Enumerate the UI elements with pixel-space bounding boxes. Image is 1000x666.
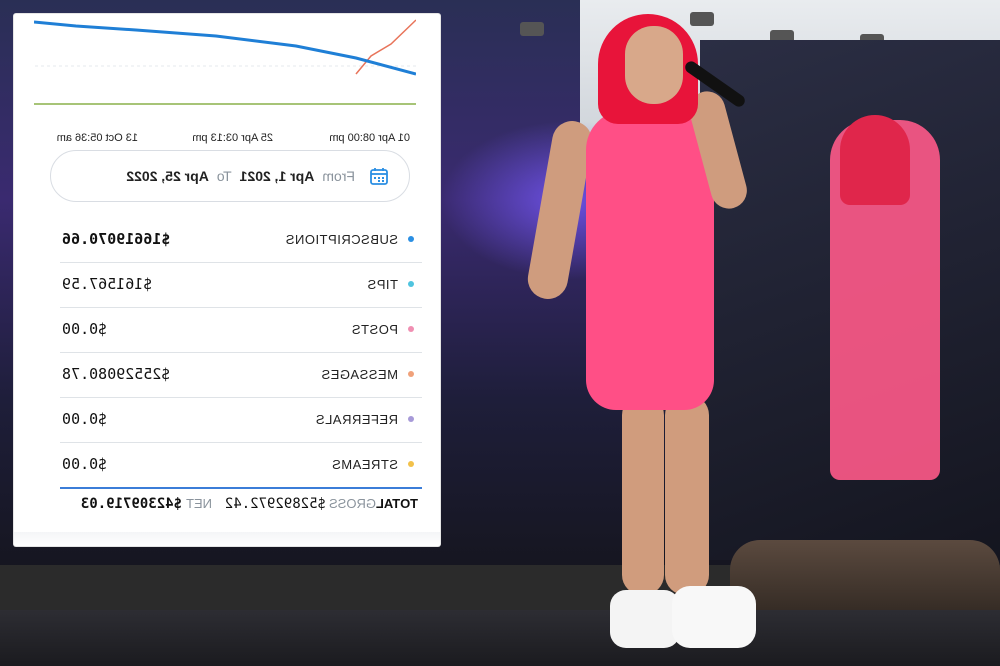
earnings-row-posts: POSTS $0.00 — [60, 308, 422, 353]
performer-head — [625, 26, 683, 104]
x-tick-label: 01 Apr 08:00 pm — [329, 132, 410, 144]
calendar-icon[interactable] — [369, 166, 389, 186]
row-label: REFERRALS — [315, 412, 398, 427]
earnings-row-messages: MESSAGES $25529080.78 — [60, 353, 422, 398]
total-label: TOTAL — [375, 496, 418, 511]
row-value: $0.00 — [62, 410, 108, 428]
earnings-row-streams: STREAMS $0.00 — [60, 443, 422, 489]
from-date[interactable]: Apr 1, 2021 — [240, 168, 315, 184]
messages-dot — [408, 371, 414, 377]
gross-label: GROSS — [329, 496, 376, 511]
stage-floor — [0, 610, 1000, 666]
gross-value: $52892972.42 — [224, 496, 326, 512]
date-range-picker[interactable]: From Apr 1, 2021 To Apr 25, 2022 — [50, 150, 410, 202]
to-label: To — [216, 168, 232, 184]
earnings-row-tips: TIPS $161567.59 — [60, 263, 422, 308]
subscriptions-dot — [408, 236, 414, 242]
card-bottom-fade — [14, 532, 440, 546]
performer-leg — [622, 395, 664, 595]
row-label: STREAMS — [331, 457, 398, 472]
earnings-screenshot: 01 Apr 08:00 pm 25 Apr 03:13 pm 13 Oct 0… — [14, 14, 440, 546]
streams-dot — [408, 461, 414, 467]
row-value: $161567.59 — [62, 275, 153, 293]
earnings-chart — [34, 19, 416, 105]
row-value: $0.00 — [62, 320, 108, 338]
totals-row: TOTAL GROSS $52892972.42 NET $42309719.0… — [60, 490, 422, 520]
performer-shoe — [672, 586, 756, 648]
to-date[interactable]: Apr 25, 2022 — [126, 168, 209, 184]
x-tick-label: 13 Oct 05:36 am — [56, 132, 138, 144]
performer-leg — [665, 395, 709, 595]
row-value: $25529080.78 — [62, 365, 171, 383]
earnings-breakdown: SUBSCRIPTIONS $16619070.66 TIPS $161567.… — [60, 218, 422, 489]
row-label: TIPS — [367, 277, 398, 292]
x-tick-label: 25 Apr 03:13 pm — [192, 132, 273, 144]
performer-shoe — [610, 590, 680, 648]
row-label: POSTS — [351, 322, 398, 337]
row-label: SUBSCRIPTIONS — [285, 232, 398, 247]
row-label: MESSAGES — [321, 367, 398, 382]
screen-performer-hair — [840, 115, 910, 205]
net-value: $42309719.03 — [80, 496, 182, 512]
row-value: $16619070.66 — [62, 230, 171, 248]
performer-body — [586, 110, 714, 410]
mirrored-content: 01 Apr 08:00 pm 25 Apr 03:13 pm 13 Oct 0… — [14, 14, 440, 546]
chart-x-axis-labels: 01 Apr 08:00 pm 25 Apr 03:13 pm 13 Oct 0… — [40, 132, 410, 148]
row-value: $0.00 — [62, 455, 108, 473]
from-label: From — [322, 168, 355, 184]
earnings-row-subscriptions: SUBSCRIPTIONS $16619070.66 — [60, 218, 422, 263]
tips-dot — [408, 281, 414, 287]
posts-dot — [408, 326, 414, 332]
referrals-dot — [408, 416, 414, 422]
earnings-row-referrals: REFERRALS $0.00 — [60, 398, 422, 443]
net-label: NET — [186, 496, 212, 511]
